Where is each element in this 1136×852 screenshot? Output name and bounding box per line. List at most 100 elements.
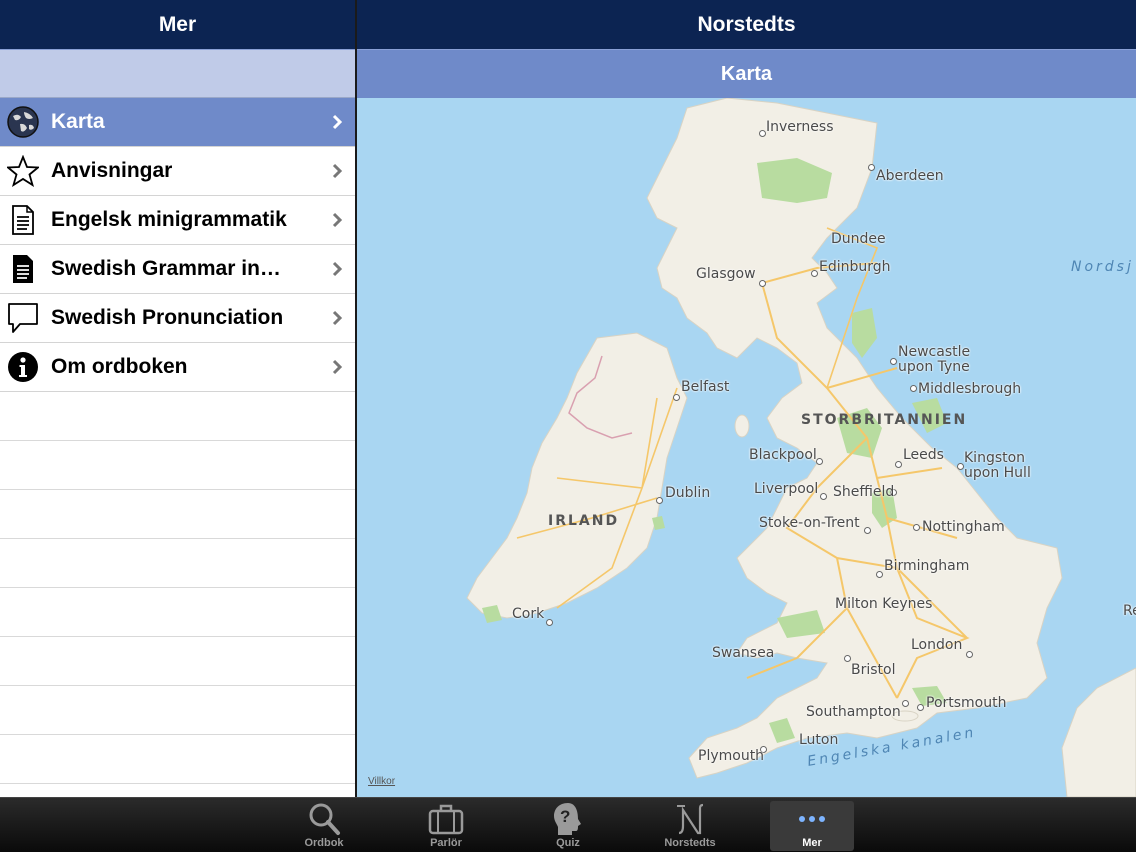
document-icon <box>6 203 40 237</box>
city-label-dublin: Dublin <box>665 485 711 501</box>
city-label-milton-keynes: Milton Keynes <box>835 596 933 612</box>
tab-label: Quiz <box>556 837 580 849</box>
chevron-right-icon <box>332 114 343 130</box>
document-filled-icon <box>6 252 40 286</box>
menu-item-label: Om ordboken <box>51 355 188 378</box>
city-dot <box>876 571 883 578</box>
empty-row <box>0 539 355 588</box>
chevron-right-icon <box>332 261 343 277</box>
city-dot <box>895 461 902 468</box>
detail-subtitle: Karta <box>720 62 773 85</box>
country-label-uk: STORBRITANNIEN <box>801 412 968 428</box>
empty-row <box>0 686 355 735</box>
star-icon <box>6 154 40 188</box>
chevron-right-icon <box>332 163 343 179</box>
detail-navbar: Norstedts <box>357 0 1136 49</box>
menu-item-om-ordboken[interactable]: Om ordboken <box>0 343 355 392</box>
chevron-right-icon <box>332 212 343 228</box>
city-label-birmingham: Birmingham <box>884 558 970 574</box>
city-dot <box>820 493 827 500</box>
empty-row <box>0 490 355 539</box>
map-edge-label: Re <box>1123 603 1136 619</box>
tab-parlor[interactable]: Parlör <box>404 801 488 851</box>
master-title: Mer <box>158 12 197 36</box>
norstedts-n-icon <box>670 803 710 835</box>
empty-row <box>0 392 355 441</box>
city-dot <box>673 394 680 401</box>
detail-title: Norstedts <box>697 12 796 36</box>
city-label-dundee: Dundee <box>831 231 886 247</box>
city-dot <box>917 704 924 711</box>
empty-row <box>0 588 355 637</box>
question-head-icon: ? <box>548 803 588 835</box>
city-label-kingston: Kingston upon Hull <box>964 450 1031 481</box>
detail-subbar: Karta <box>357 49 1136 98</box>
speech-bubble-icon <box>6 301 40 335</box>
menu-item-label: Swedish Grammar in… <box>51 257 281 280</box>
country-label-ireland: IRLAND <box>548 513 620 529</box>
city-label-swansea: Swansea <box>712 645 775 661</box>
city-label-london: London <box>911 637 963 653</box>
city-dot <box>966 651 973 658</box>
city-label-cork: Cork <box>512 606 545 622</box>
master-pane: Mer Karta Anvisningar Engelsk minigramma… <box>0 0 355 797</box>
empty-row <box>0 441 355 490</box>
tab-norstedts[interactable]: Norstedts <box>648 801 732 851</box>
menu-item-anvisningar[interactable]: Anvisningar <box>0 147 355 196</box>
info-icon <box>6 350 40 384</box>
city-label-portsmouth: Portsmouth <box>926 695 1007 711</box>
empty-row <box>0 637 355 686</box>
chevron-right-icon <box>332 310 343 326</box>
chevron-right-icon <box>332 359 343 375</box>
empty-row <box>0 735 355 784</box>
menu-item-label: Swedish Pronunciation <box>51 306 284 329</box>
city-dot <box>913 524 920 531</box>
tab-ordbok[interactable]: Ordbok <box>282 801 366 851</box>
menu-item-swedish-grammar[interactable]: Swedish Grammar in… <box>0 245 355 294</box>
city-dot <box>844 655 851 662</box>
city-label-nottingham: Nottingham <box>922 519 1005 535</box>
city-label-glasgow: Glasgow <box>696 266 756 282</box>
terms-link[interactable]: Villkor <box>368 776 395 787</box>
suitcase-icon <box>426 803 466 835</box>
city-label-stoke: Stoke-on-Trent <box>759 515 860 531</box>
menu-list: Karta Anvisningar Engelsk minigrammatik … <box>0 98 355 784</box>
city-label-plymouth: Plymouth <box>698 748 765 764</box>
tab-mer[interactable]: Mer <box>770 801 854 851</box>
city-label-blackpool: Blackpool <box>749 447 817 463</box>
city-label-sheffield: Sheffield <box>833 484 895 500</box>
svg-text:?: ? <box>560 807 570 826</box>
tab-bar: Ordbok Parlör ? Quiz Norstedts Mer <box>0 797 1136 852</box>
menu-item-label: Karta <box>51 110 105 133</box>
city-label-aberdeen: Aberdeen <box>876 168 944 184</box>
detail-pane: Norstedts Karta Inverness Aberdeen Dunde… <box>357 0 1136 797</box>
master-navbar: Mer <box>0 0 355 49</box>
menu-item-label: Anvisningar <box>51 159 173 182</box>
city-label-leeds: Leeds <box>903 447 944 463</box>
city-dot <box>759 280 766 287</box>
city-label-newcastle: Newcastle upon Tyne <box>898 344 971 375</box>
city-label-southampton: Southampton <box>806 704 901 720</box>
tab-label: Norstedts <box>664 837 716 849</box>
city-label-inverness: Inverness <box>766 119 834 135</box>
menu-item-karta[interactable]: Karta <box>0 98 355 147</box>
city-dot <box>910 385 917 392</box>
sea-label-north-sea: Nordsj <box>1071 259 1134 275</box>
menu-item-swedish-pronunciation[interactable]: Swedish Pronunciation <box>0 294 355 343</box>
tab-label: Mer <box>802 837 822 849</box>
city-dot <box>656 497 663 504</box>
city-dot <box>759 130 766 137</box>
city-label-luton: Luton <box>799 732 839 748</box>
city-dot <box>816 458 823 465</box>
city-dot <box>546 619 553 626</box>
menu-item-engelsk-minigrammatik[interactable]: Engelsk minigrammatik <box>0 196 355 245</box>
city-dot <box>890 358 897 365</box>
tab-quiz[interactable]: ? Quiz <box>526 801 610 851</box>
map-view[interactable]: Inverness Aberdeen Dundee Glasgow Edinbu… <box>357 98 1136 797</box>
more-dots-icon <box>792 803 832 835</box>
menu-item-label: Engelsk minigrammatik <box>51 208 287 231</box>
city-label-belfast: Belfast <box>681 379 730 395</box>
city-dot <box>811 270 818 277</box>
city-dot <box>864 527 871 534</box>
master-subbar <box>0 49 355 98</box>
